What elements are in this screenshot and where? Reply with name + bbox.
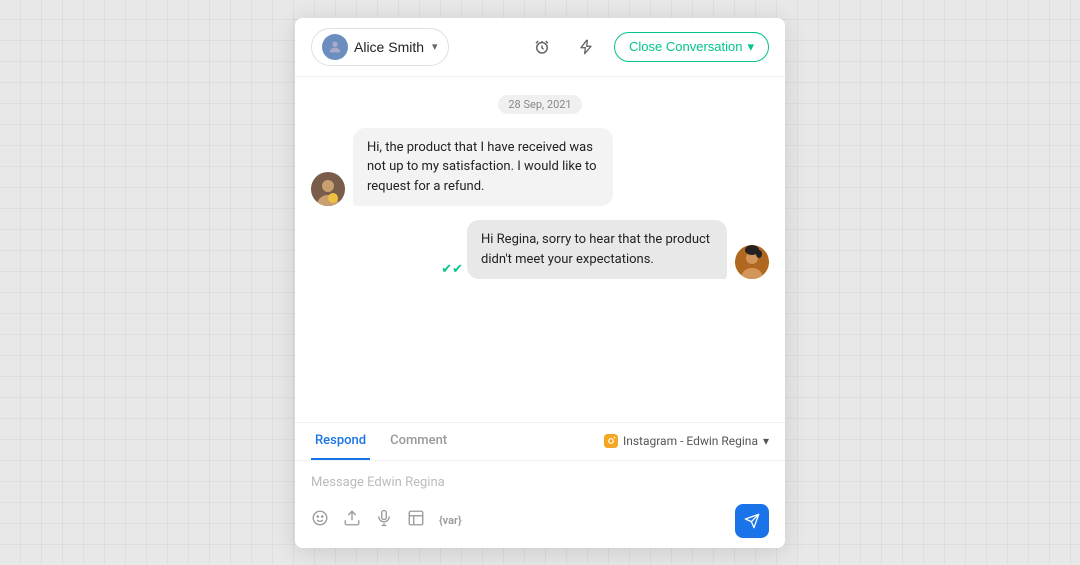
channel-arrow: ▾ xyxy=(763,434,769,448)
tab-respond[interactable]: Respond xyxy=(311,423,370,460)
channel-label: Instagram - Edwin Regina xyxy=(623,434,758,448)
variable-icon-button[interactable]: {var} xyxy=(439,514,462,527)
contact-name: Alice Smith xyxy=(354,39,424,55)
lightning-icon-button[interactable] xyxy=(570,31,602,63)
header-right: Close Conversation ▾ xyxy=(526,31,769,63)
composer-toolbar: {var} xyxy=(295,498,785,548)
template-icon-button[interactable] xyxy=(407,509,425,532)
date-label: 28 Sep, 2021 xyxy=(311,93,769,112)
outgoing-avatar xyxy=(735,245,769,279)
incoming-bubble: Hi, the product that I have received was… xyxy=(353,128,613,207)
tabs-left: Respond Comment xyxy=(311,423,467,460)
outgoing-message-row: ✔✔ Hi Regina, sorry to hear that the pro… xyxy=(311,220,769,279)
messages-area: 28 Sep, 2021 Hi, the product that I have… xyxy=(295,77,785,422)
incoming-message-row: Hi, the product that I have received was… xyxy=(311,128,769,207)
composer-tabs: Respond Comment Instagram - Edwin Regina… xyxy=(295,423,785,461)
message-input[interactable]: Message Edwin Regina xyxy=(311,471,769,494)
message-input-area[interactable]: Message Edwin Regina xyxy=(295,461,785,498)
chat-window: Alice Smith ▾ Close Conversation xyxy=(295,18,785,548)
incoming-avatar xyxy=(311,172,345,206)
tab-comment[interactable]: Comment xyxy=(386,423,451,460)
outgoing-message-text: Hi Regina, sorry to hear that the produc… xyxy=(481,232,710,267)
contact-selector-button[interactable]: Alice Smith ▾ xyxy=(311,28,449,66)
contact-dropdown-arrow: ▾ xyxy=(432,40,438,53)
toolbar-icons: {var} xyxy=(311,509,462,532)
contact-avatar xyxy=(322,34,348,60)
channel-selector[interactable]: Instagram - Edwin Regina ▾ xyxy=(604,434,769,448)
chat-header: Alice Smith ▾ Close Conversation xyxy=(295,18,785,77)
channel-icon xyxy=(604,434,618,448)
close-conversation-arrow: ▾ xyxy=(747,39,754,55)
emoji-icon-button[interactable] xyxy=(311,509,329,532)
send-button[interactable] xyxy=(735,504,769,538)
header-left: Alice Smith ▾ xyxy=(311,28,449,66)
audio-icon-button[interactable] xyxy=(375,509,393,532)
alarm-icon-button[interactable] xyxy=(526,31,558,63)
composer-section: Respond Comment Instagram - Edwin Regina… xyxy=(295,422,785,548)
incoming-message-text: Hi, the product that I have received was… xyxy=(367,140,597,194)
close-conversation-label: Close Conversation xyxy=(629,39,742,54)
close-conversation-button[interactable]: Close Conversation ▾ xyxy=(614,32,769,62)
attachment-icon-button[interactable] xyxy=(343,509,361,532)
read-ticks: ✔✔ xyxy=(441,262,463,277)
outgoing-bubble: Hi Regina, sorry to hear that the produc… xyxy=(467,220,727,279)
